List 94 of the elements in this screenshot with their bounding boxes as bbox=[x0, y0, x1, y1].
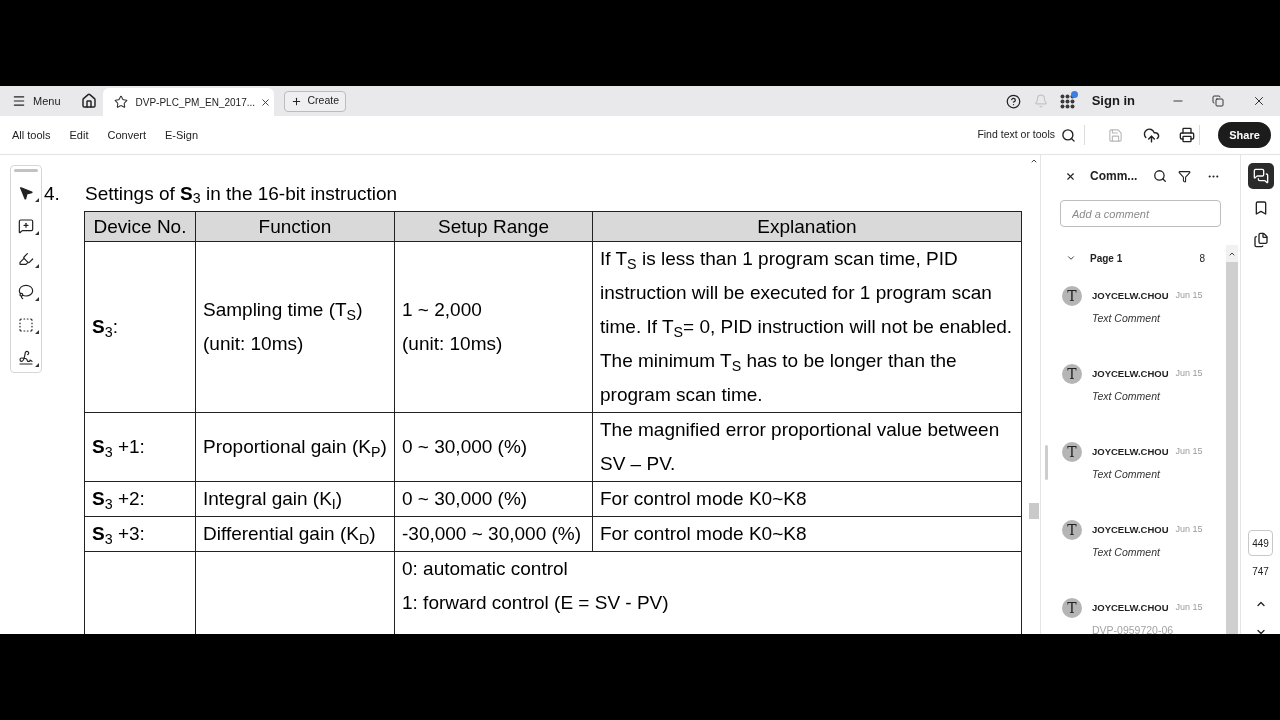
comment-author: JOYCELW.CHOU bbox=[1092, 600, 1169, 615]
column-header: Setup Range bbox=[394, 211, 593, 242]
chevron-down-icon[interactable] bbox=[1066, 253, 1076, 263]
column-header: Device No. bbox=[84, 211, 196, 242]
corner-triangle-icon bbox=[35, 330, 39, 334]
toolbar-menu-item[interactable]: E-Sign bbox=[165, 126, 199, 144]
section-number: 4. bbox=[44, 181, 61, 206]
close-icon[interactable] bbox=[259, 96, 271, 108]
avatar: T bbox=[1062, 364, 1082, 384]
pages-icon bbox=[1252, 232, 1269, 248]
signature-icon[interactable] bbox=[18, 350, 34, 366]
pointer-icon[interactable] bbox=[18, 185, 34, 201]
help-icon[interactable] bbox=[1005, 93, 1021, 109]
table-cell: S$_{3}$ +1: bbox=[84, 412, 196, 482]
toolbar-menu-item[interactable]: Edit bbox=[69, 126, 89, 144]
apps-grid-icon[interactable] bbox=[1059, 93, 1075, 109]
table-cell: S$_{3}$ +3: bbox=[84, 516, 196, 552]
sign-in-button[interactable]: Sign in bbox=[1091, 91, 1135, 111]
scrollbar-thumb[interactable] bbox=[1028, 503, 1039, 519]
table-cell: The magnified error proportional value between SV – PV. bbox=[592, 412, 1022, 482]
plus-icon bbox=[290, 95, 302, 107]
table-cell: 1 ~ 2,000 (unit: 10ms) bbox=[394, 241, 593, 413]
comment-text: DVP-0959720-06 bbox=[1092, 623, 1175, 634]
column-header: Function bbox=[195, 211, 395, 242]
cloud-upload-icon[interactable] bbox=[1143, 126, 1160, 144]
restore-icon[interactable] bbox=[1212, 95, 1224, 107]
table-cell: Sampling time (T$_{S}$) (unit: 10ms) bbox=[195, 241, 395, 413]
table-cell: Proportional gain (K$_{P}$) bbox=[195, 412, 395, 482]
avatar: T bbox=[1062, 442, 1082, 462]
comment-date: Jun 15 bbox=[1175, 523, 1203, 537]
table-cell: Differential gain (K$_{D}$) bbox=[195, 516, 395, 552]
scrollbar-thumb[interactable] bbox=[1226, 262, 1238, 634]
search-icon[interactable] bbox=[1153, 169, 1168, 183]
highlighter-icon[interactable] bbox=[18, 251, 34, 267]
table-cell: For control mode K0~K8 bbox=[592, 481, 1022, 517]
comment-text: Text Comment bbox=[1092, 389, 1162, 403]
lasso-icon[interactable] bbox=[18, 284, 34, 300]
close-icon[interactable] bbox=[1065, 170, 1076, 182]
comment-text: Text Comment bbox=[1092, 311, 1162, 325]
search-icon bbox=[1061, 127, 1076, 143]
comment-date: Jun 15 bbox=[1175, 289, 1203, 303]
comment-text: Text Comment bbox=[1092, 545, 1162, 559]
column-header: Explanation bbox=[592, 211, 1022, 242]
dashed-square-icon[interactable] bbox=[18, 317, 34, 333]
comment-author: JOYCELW.CHOU bbox=[1092, 444, 1169, 459]
avatar: T bbox=[1062, 598, 1082, 618]
table-cell: 0 ~ 30,000 (%) bbox=[394, 412, 593, 482]
comment-date: Jun 15 bbox=[1175, 601, 1203, 615]
printer-icon[interactable] bbox=[1179, 127, 1195, 143]
star-icon[interactable] bbox=[113, 95, 128, 109]
avatar: T bbox=[1062, 520, 1082, 540]
comment-author: JOYCELW.CHOU bbox=[1092, 522, 1169, 537]
corner-triangle-icon bbox=[35, 198, 39, 202]
table-cell: S$_{3}$ +2: bbox=[84, 481, 196, 517]
page-total: 747 bbox=[1252, 565, 1269, 579]
scroll-up-icon[interactable] bbox=[1029, 157, 1038, 165]
toolbar-menu-item[interactable]: Convert bbox=[107, 126, 147, 144]
table-cell: S$_{3}$: bbox=[84, 241, 196, 413]
corner-triangle-icon bbox=[35, 264, 39, 268]
comments-button[interactable] bbox=[1247, 163, 1274, 189]
find-button[interactable]: Find text or tools bbox=[977, 127, 1076, 143]
comment-author: JOYCELW.CHOU bbox=[1092, 366, 1169, 381]
comment-count: 8 bbox=[1199, 251, 1205, 266]
comment-author: JOYCELW.CHOU bbox=[1092, 288, 1169, 303]
table-cell: 0 ~ 30,000 (%) bbox=[394, 481, 593, 517]
table-cell: -30,000 ~ 30,000 (%) bbox=[394, 516, 593, 552]
corner-triangle-icon bbox=[35, 297, 39, 301]
comment-plus-icon[interactable] bbox=[18, 218, 34, 234]
comment-date: Jun 15 bbox=[1175, 445, 1203, 459]
share-button[interactable]: Share bbox=[1218, 122, 1271, 148]
resize-handle[interactable] bbox=[1045, 445, 1048, 480]
avatar: T bbox=[1062, 286, 1082, 306]
document-tab[interactable]: DVP-PLC_PM_EN_2017... bbox=[102, 88, 274, 116]
tab-title: DVP-PLC_PM_EN_2017... bbox=[135, 95, 256, 110]
table-cell: For control mode K0~K8 bbox=[592, 516, 1022, 552]
close-window-icon[interactable] bbox=[1252, 94, 1266, 108]
corner-triangle-icon bbox=[35, 231, 39, 235]
menu-icon bbox=[12, 94, 26, 108]
chat-bubbles-icon bbox=[1252, 168, 1269, 184]
filter-icon[interactable] bbox=[1178, 169, 1192, 183]
corner-triangle-icon bbox=[35, 363, 39, 367]
table-cell: Integral gain (K$_{I}$) bbox=[195, 481, 395, 517]
table-cell: If T$_{S}$ is less than 1 program scan time, PID instruction will be executed for 1 program scan time. If T$_{S}$= 0, PID instruction will not be enabled. The minimum T$_{S}$ has to be longer than the program scan time. bbox=[592, 241, 1022, 413]
comment-date: Jun 15 bbox=[1175, 367, 1203, 381]
toolbar-menu-item[interactable]: All tools bbox=[12, 126, 51, 144]
panel-title: Comm... bbox=[1090, 168, 1138, 185]
comment-text: Text Comment bbox=[1092, 467, 1162, 481]
comment-input[interactable]: Add a comment bbox=[1060, 200, 1221, 227]
home-icon[interactable] bbox=[80, 93, 97, 109]
create-button[interactable]: Create bbox=[283, 90, 347, 112]
menu-button[interactable]: Menu bbox=[9, 90, 64, 112]
section-heading: Settings of S$_{3}$ in the 16-bit instruction bbox=[85, 181, 398, 209]
page-number-field[interactable]: 449 bbox=[1248, 530, 1273, 556]
group-label: Page 1 bbox=[1090, 251, 1123, 266]
